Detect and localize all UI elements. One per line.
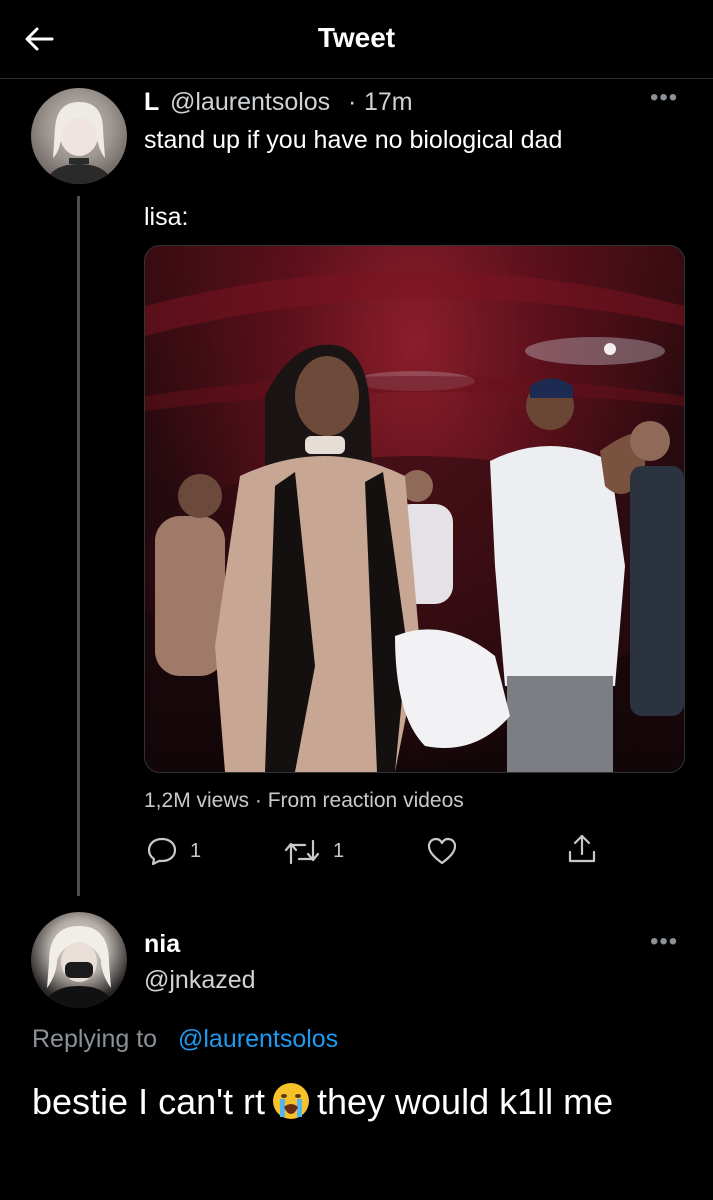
author-handle[interactable]: @laurentsolos	[170, 88, 330, 117]
share-icon[interactable]	[566, 832, 598, 866]
replying-to-label: Replying to	[32, 1025, 158, 1053]
reply-author-avatar[interactable]	[31, 912, 127, 1008]
media-views-source[interactable]: 1,2M views · From reaction videos	[144, 789, 464, 813]
meta-separator: ·	[348, 88, 357, 116]
reply-author-handle[interactable]: @jnkazed	[144, 966, 256, 995]
thread-line	[77, 196, 80, 896]
more-icon[interactable]: •••	[650, 84, 678, 112]
reply-author-name[interactable]: nia	[144, 930, 180, 959]
like-icon[interactable]	[426, 836, 458, 866]
tweet-text-line2: lisa:	[144, 203, 189, 231]
author-avatar[interactable]	[31, 88, 127, 184]
reply-count: 1	[190, 840, 202, 862]
tweet-time[interactable]: 17m	[364, 88, 413, 117]
author-name[interactable]: L	[144, 88, 159, 117]
crying-face-icon	[272, 1083, 309, 1119]
tweet-text-line1: stand up if you have no biological dad	[144, 126, 563, 154]
page-title: Tweet	[317, 22, 396, 53]
tweet-video[interactable]	[144, 245, 685, 773]
video-frame	[145, 271, 684, 772]
avatar-portrait	[45, 102, 113, 184]
reply-text-before-emoji: bestie I can't rt	[32, 1081, 265, 1122]
retweet-icon[interactable]	[283, 837, 321, 867]
retweet-count: 1	[333, 840, 345, 862]
replying-to-link[interactable]: @laurentsolos	[178, 1025, 338, 1054]
reply-text: bestie I can't rt they would k1ll me	[32, 1078, 692, 1126]
header-divider	[0, 78, 713, 79]
avatar-portrait	[43, 926, 115, 1008]
more-icon[interactable]: •••	[650, 928, 678, 956]
reply-icon[interactable]	[146, 835, 178, 867]
reply-text-after-emoji: they would k1ll me	[316, 1081, 614, 1122]
